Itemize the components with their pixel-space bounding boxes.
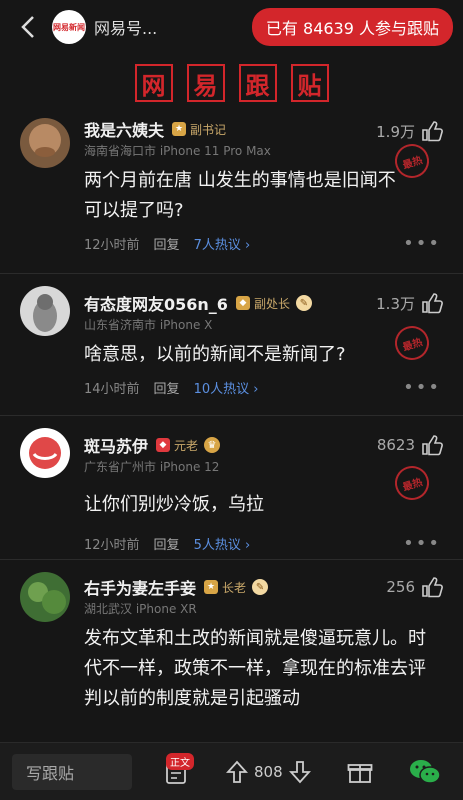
bottom-bar: 写跟贴 正文 808 bbox=[0, 742, 463, 800]
thumbs-up-icon bbox=[422, 435, 443, 456]
source-logo[interactable]: 网易新闻 bbox=[52, 10, 86, 44]
like-button[interactable]: 1.3万 bbox=[376, 292, 443, 314]
comments-banner: 网 易 跟 贴 bbox=[0, 64, 463, 102]
back-button[interactable] bbox=[10, 9, 46, 45]
comment-time: 12小时前 bbox=[84, 537, 140, 553]
hot-replies-link[interactable]: 10人热议 › bbox=[194, 378, 259, 397]
banner-char: 跟 bbox=[238, 64, 277, 102]
source-name[interactable]: 网易号... bbox=[94, 15, 176, 39]
hot-replies-link[interactable]: 7人热议 › bbox=[194, 234, 251, 253]
chevron-left-icon bbox=[21, 16, 34, 38]
thumbs-up-icon bbox=[422, 121, 443, 142]
pen-icon: ✎ bbox=[295, 295, 312, 311]
join-discussion-button[interactable]: 已有 84639 人参与跟贴 bbox=[251, 8, 453, 46]
comment-actions: 12小时前 回复 5人热议 › ••• bbox=[84, 526, 449, 560]
reply-button[interactable]: 回复 bbox=[154, 534, 180, 553]
rank-badge: ★ 副书记 bbox=[172, 121, 226, 138]
comment-item: 我是六姨夫 ★ 副书记 1.9万 海南省海口市 iPhone 11 Pro Ma… bbox=[0, 116, 463, 274]
thumbs-up-icon bbox=[422, 577, 443, 598]
comment-text: 发布文革和土改的新闻就是傻逼玩意儿。时代不一样，政策不一样，拿现在的标准去评判以… bbox=[84, 628, 426, 709]
comment-text: 啥意思，以前的新闻不是新闻了? bbox=[84, 344, 346, 365]
avatar[interactable] bbox=[20, 428, 70, 478]
star-icon: ★ bbox=[204, 580, 219, 594]
avatar[interactable] bbox=[20, 118, 70, 168]
comment-text: 让你们别炒冷饭，乌拉 bbox=[84, 494, 264, 515]
banner-char: 网 bbox=[134, 64, 173, 102]
rank-label: 元老 bbox=[174, 438, 199, 453]
avatar[interactable] bbox=[20, 286, 70, 336]
rank-label: 长老 bbox=[222, 580, 247, 595]
username[interactable]: 斑马苏伊 bbox=[84, 433, 148, 457]
arrow-up-icon[interactable] bbox=[226, 760, 248, 784]
wechat-icon bbox=[409, 759, 441, 784]
article-body-button[interactable]: 正文 bbox=[156, 752, 196, 785]
comment-item: 有态度网友056n_6 ◆ 副处长 ✎ 1.3万 山东省济南市 iPhone X… bbox=[0, 274, 463, 416]
comment-item: 斑马苏伊 ◆ 元老 ♛ 8623 广东省广州市 iPhone 12 最热 让你们… bbox=[0, 416, 463, 560]
like-button[interactable]: 1.9万 bbox=[376, 120, 443, 142]
top-bar: 网易新闻 网易号... 已有 84639 人参与跟贴 bbox=[0, 0, 463, 54]
reply-button[interactable]: 回复 bbox=[154, 234, 180, 253]
arrow-down-icon[interactable] bbox=[288, 760, 311, 784]
more-options-icon[interactable]: ••• bbox=[403, 377, 441, 398]
username[interactable]: 我是六姨夫 bbox=[84, 117, 164, 141]
like-count: 1.9万 bbox=[376, 122, 415, 141]
thumbs-up-icon bbox=[422, 293, 443, 314]
user-meta: 山东省济南市 iPhone X bbox=[84, 318, 213, 332]
user-meta: 广东省广州市 iPhone 12 bbox=[84, 460, 220, 474]
banner-char: 易 bbox=[186, 64, 225, 102]
gift-icon bbox=[347, 763, 373, 783]
wechat-share-button[interactable] bbox=[409, 758, 441, 786]
vote-control: 808 bbox=[226, 760, 311, 784]
shield-icon: ◆ bbox=[235, 296, 250, 310]
rank-label: 副书记 bbox=[190, 122, 227, 137]
shield-icon: ◆ bbox=[156, 438, 171, 452]
comment-time: 12小时前 bbox=[84, 237, 140, 253]
comment-time: 14小时前 bbox=[84, 381, 140, 397]
trophy-icon: ♛ bbox=[204, 437, 221, 453]
rank-badge: ★ 长老 bbox=[204, 579, 246, 596]
body-tag: 正文 bbox=[166, 752, 194, 770]
hot-replies-link[interactable]: 5人热议 › bbox=[194, 534, 251, 553]
rank-label: 副处长 bbox=[253, 296, 290, 311]
reply-button[interactable]: 回复 bbox=[154, 378, 180, 397]
comment-actions: 12小时前 回复 7人热议 › ••• bbox=[84, 226, 449, 260]
pen-icon: ✎ bbox=[252, 579, 269, 595]
more-options-icon[interactable]: ••• bbox=[403, 533, 441, 554]
user-meta: 湖北武汉 iPhone XR bbox=[84, 602, 197, 616]
username[interactable]: 右手为妻左手妾 bbox=[84, 575, 196, 599]
comment-text: 两个月前在唐 山发生的事情也是旧闻不可以提了吗? bbox=[84, 170, 396, 221]
comment-item: 右手为妻左手妾 ★ 长老 ✎ 256 湖北武汉 iPhone XR 发布文革和土… bbox=[0, 560, 463, 740]
comment-actions: 14小时前 回复 10人热议 › ••• bbox=[84, 370, 449, 404]
like-count: 1.3万 bbox=[376, 294, 415, 313]
banner-char: 贴 bbox=[290, 64, 329, 102]
gift-button[interactable] bbox=[347, 759, 373, 785]
star-icon: ★ bbox=[172, 122, 187, 136]
username[interactable]: 有态度网友056n_6 bbox=[84, 291, 228, 315]
write-comment-input[interactable]: 写跟贴 bbox=[12, 753, 132, 790]
vote-count: 808 bbox=[254, 762, 283, 781]
rank-badge: ◆ 元老 bbox=[156, 437, 198, 454]
like-button[interactable]: 256 bbox=[386, 576, 443, 598]
more-options-icon[interactable]: ••• bbox=[403, 233, 441, 254]
rank-badge: ◆ 副处长 bbox=[235, 295, 290, 312]
like-button[interactable]: 8623 bbox=[377, 434, 443, 456]
like-count: 256 bbox=[386, 578, 415, 596]
avatar[interactable] bbox=[20, 572, 70, 622]
like-count: 8623 bbox=[376, 436, 415, 454]
